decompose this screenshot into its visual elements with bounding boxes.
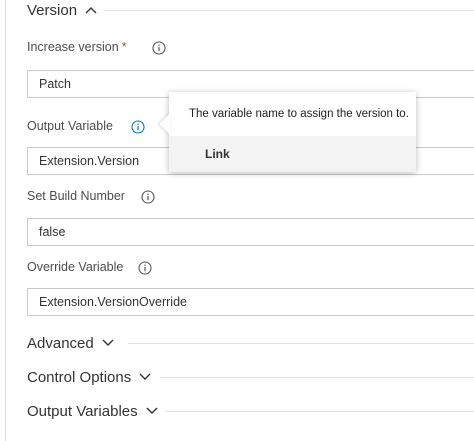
info-icon-active[interactable]	[131, 120, 145, 134]
output-variables-section-title: Output Variables	[27, 402, 138, 420]
callout-beak	[159, 113, 170, 135]
callout-text: The variable name to assign the version …	[189, 108, 409, 120]
output-variable-label: Output Variable	[27, 119, 113, 133]
control-options-section-title: Control Options	[27, 368, 132, 386]
output-variables-divider	[165, 411, 474, 412]
version-divider	[104, 10, 474, 11]
output-variables-section-header[interactable]: Output Variables	[27, 402, 158, 420]
advanced-divider	[128, 343, 474, 344]
callout-link[interactable]: Link	[205, 147, 230, 161]
increase-version-label-text: Increase version	[27, 40, 119, 54]
override-variable-field[interactable]	[27, 288, 474, 316]
control-options-section-header[interactable]: Control Options	[27, 368, 151, 386]
override-variable-label: Override Variable	[27, 260, 124, 274]
version-section-title: Version	[27, 1, 78, 19]
control-options-divider	[160, 377, 474, 378]
chevron-down-icon	[102, 334, 114, 352]
set-build-number-label: Set Build Number	[27, 189, 125, 203]
version-section-header[interactable]: Version	[27, 1, 97, 19]
chevron-up-icon	[85, 1, 97, 19]
advanced-section-title: Advanced	[27, 334, 94, 352]
info-callout: The variable name to assign the version …	[169, 92, 416, 172]
required-marker: *	[121, 40, 127, 54]
info-icon[interactable]	[141, 190, 155, 204]
set-build-number-input[interactable]	[28, 219, 474, 245]
set-build-number-field[interactable]	[27, 218, 474, 246]
left-border	[5, 0, 6, 441]
info-icon[interactable]	[152, 41, 166, 55]
info-icon[interactable]	[138, 261, 152, 275]
chevron-down-icon	[146, 402, 158, 420]
chevron-down-icon	[139, 368, 151, 386]
override-variable-input[interactable]	[28, 289, 474, 315]
increase-version-label: Increase version *	[27, 40, 127, 54]
callout-footer: Link	[169, 136, 416, 172]
advanced-section-header[interactable]: Advanced	[27, 334, 114, 352]
